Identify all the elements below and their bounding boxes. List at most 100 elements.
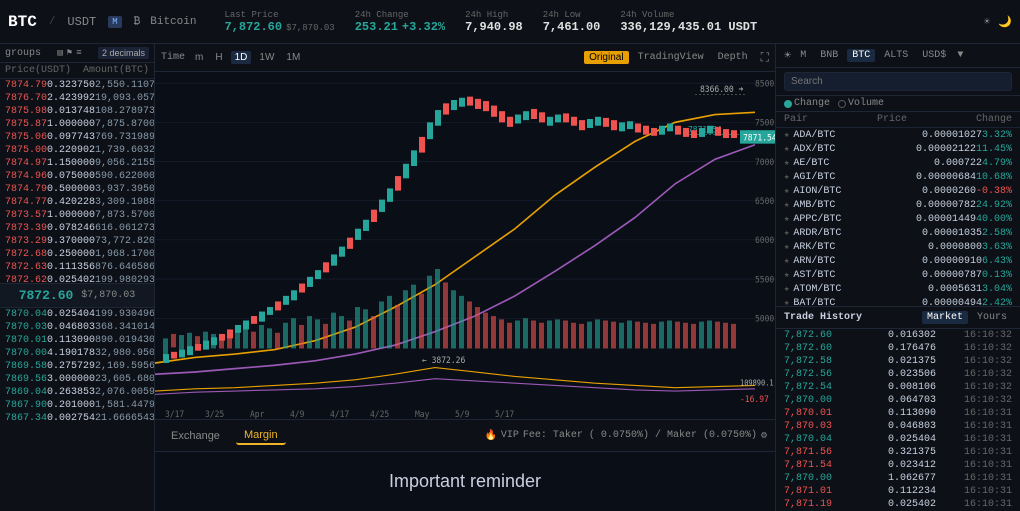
pair-row[interactable]: ★ADX/BTC0.0000212211.45% (776, 142, 1020, 156)
symbol: BTC (8, 13, 37, 31)
pair-row[interactable]: ★ARK/BTC0.00008003.63% (776, 240, 1020, 254)
low-group: 24h Low 7,461.00 (543, 10, 601, 34)
pair-header: Pair Price Change (776, 112, 1020, 128)
buy-order-row[interactable]: 7870.010.113090890.01943090 (0, 334, 154, 347)
change-label: 24h Change (355, 10, 409, 20)
sell-order-row[interactable]: 7873.299.37000073,772.82000000 (0, 235, 154, 248)
dropdown-icon[interactable]: ▼ (957, 50, 963, 61)
buy-order-row[interactable]: 7870.040.025404199.93049616 (0, 308, 154, 321)
expand-icon[interactable]: ⛶ (761, 51, 769, 65)
sell-order-row[interactable]: 7872.620.025402199.98029324 (0, 274, 154, 283)
tf-m-btn[interactable]: m (191, 51, 207, 64)
tf-1m-btn[interactable]: 1M (282, 51, 304, 64)
fire-icon: 🔥 (484, 430, 496, 442)
mid-price-usd: $7,870.03 (81, 290, 135, 301)
trade-row: 7,871.560.32137516:10:31 (776, 446, 1020, 459)
decimals-button[interactable]: 2 decimals (98, 47, 149, 59)
svg-text:6000.00: 6000.00 (755, 236, 775, 247)
svg-text:-16.97: -16.97 (740, 395, 769, 406)
tf-1d-btn[interactable]: 1D (231, 51, 252, 64)
sell-order-row[interactable]: 7873.571.0000007,873.57000000 (0, 209, 154, 222)
volume-label: Volume (848, 98, 884, 109)
buy-order-row[interactable]: 7867.340.00275421.66665436 (0, 412, 154, 425)
sell-order-row[interactable]: 7874.790.5000003,937.39500000 (0, 183, 154, 196)
svg-text:← 3872.26: ← 3872.26 (422, 356, 465, 367)
sell-order-row[interactable]: 7874.960.075000590.62200000 (0, 170, 154, 183)
sell-order-row[interactable]: 7875.000.2209021,739.60325000 (0, 144, 154, 157)
original-button[interactable]: Original (584, 51, 628, 64)
trade-row: 7,872.600.01630216:10:32 (776, 329, 1020, 342)
moon-icon[interactable]: 🌙 (998, 15, 1012, 29)
header-icons: ☀ 🌙 (984, 15, 1012, 29)
volume-radio[interactable]: Volume (838, 98, 884, 109)
svg-text:7500.00: 7500.00 (755, 118, 775, 129)
sell-order-row[interactable]: 7874.971.1500009,056.21550000 (0, 157, 154, 170)
buy-order-row[interactable]: 7869.040.2638532,076.00595812 (0, 386, 154, 399)
pair-row[interactable]: ★AION/BTC0.0000260-0.38% (776, 184, 1020, 198)
yours-tab[interactable]: Yours (972, 311, 1012, 324)
sell-order-row[interactable]: 7872.630.111356876.64658628 (0, 261, 154, 274)
trade-row: 7,872.560.02350616:10:32 (776, 368, 1020, 381)
search-input[interactable] (784, 72, 1012, 91)
pair-rows: ★ADA/BTC0.000010273.32%★ADX/BTC0.0000212… (776, 128, 1020, 306)
sell-order-row[interactable]: 7876.702.42399219,093.05778640 (0, 92, 154, 105)
pair-row[interactable]: ★ARN/BTC0.000009106.43% (776, 254, 1020, 268)
buy-order-row[interactable]: 7867.900.2010001,581.44790000 (0, 399, 154, 412)
exchange-button[interactable]: Exchange (163, 428, 228, 444)
change-volume-row: Change Volume (776, 96, 1020, 112)
pair-row[interactable]: ★BAT/BTC0.000004942.42% (776, 296, 1020, 306)
pair-row[interactable]: ★AMB/BTC0.0000078224.92% (776, 198, 1020, 212)
sell-order-row[interactable]: 7872.680.2500001,968.17000000 (0, 248, 154, 261)
currency-tab-btc[interactable]: BTC (847, 49, 875, 62)
last-price-usd: $7,870.03 (286, 23, 335, 33)
buy-order-row[interactable]: 7870.004.19017832,980.95066000 (0, 347, 154, 360)
margin-button[interactable]: Margin (236, 427, 286, 445)
svg-text:109890.1: 109890.1 (740, 378, 774, 387)
trade-rows: 7,872.600.01630216:10:327,872.600.176476… (776, 329, 1020, 511)
change-radio[interactable]: Change (784, 98, 830, 109)
pair-row[interactable]: ★ARDR/BTC0.000010352.58% (776, 226, 1020, 240)
sell-order-row[interactable]: 7875.060.097743769.73198958 (0, 131, 154, 144)
tf-1w-btn[interactable]: 1W (255, 51, 278, 64)
trade-row: 7,872.540.00810616:10:32 (776, 381, 1020, 394)
change-group: 24h Change 253.21 +3.32% (355, 10, 445, 34)
sell-order-row[interactable]: 7874.770.4202283,309.19884756 (0, 196, 154, 209)
right-top-bar: ☀ M BNB BTC ALTS USD$ ▼ (776, 44, 1020, 68)
sun-icon[interactable]: ☀ (984, 15, 991, 29)
trade-row: 7,870.030.04680316:10:31 (776, 420, 1020, 433)
buy-order-row[interactable]: 7869.563.00000023,605.68000000 (0, 373, 154, 386)
depth-button[interactable]: Depth (713, 51, 753, 64)
price-chart-svg: 8500.00 7500.00 7000.00 6500.00 6000.00 … (155, 72, 775, 419)
pair-row[interactable]: ★ADA/BTC0.000010273.32% (776, 128, 1020, 142)
sell-order-row[interactable]: 7875.871.0000007,875.87000000 (0, 118, 154, 131)
pair-row[interactable]: ★AGI/BTC0.0000068410.68% (776, 170, 1020, 184)
sell-order-row[interactable]: 7874.790.3237502,550.11076250 (0, 79, 154, 92)
flag-icon: ⚑ (67, 48, 72, 58)
chart-toolbar: Time m H 1D 1W 1M Original TradingView D… (155, 44, 775, 72)
settings-icon[interactable]: ⚙ (761, 430, 767, 442)
currency-tab-usd[interactable]: USD$ (917, 49, 951, 62)
high-val: 7,940.98 (465, 20, 523, 34)
buy-order-row[interactable]: 7869.580.2757292,169.59569482 (0, 360, 154, 373)
currency-tab-m[interactable]: M (795, 49, 811, 62)
theme-icon[interactable]: ☀ (784, 48, 791, 63)
tradingview-button[interactable]: TradingView (633, 51, 709, 64)
pair-row[interactable]: ★APPC/BTC0.0000144940.00% (776, 212, 1020, 226)
volume-radio-dot (838, 100, 846, 108)
market-tab[interactable]: Market (922, 311, 968, 324)
svg-text:8366.00 ➜: 8366.00 ➜ (700, 85, 743, 96)
svg-text:5/17: 5/17 (495, 409, 514, 419)
currency-tab-bnb[interactable]: BNB (815, 49, 843, 62)
buy-order-row[interactable]: 7870.030.046803368.34101409 (0, 321, 154, 334)
sell-order-row[interactable]: 7873.390.078246616.06127394 (0, 222, 154, 235)
pair-row[interactable]: ★AST/BTC0.000007870.13% (776, 268, 1020, 282)
pair-row[interactable]: ★ATOM/BTC0.00056313.04% (776, 282, 1020, 296)
trade-row: 7,871.190.02540216:10:31 (776, 498, 1020, 511)
pair-row[interactable]: ★AE/BTC0.0007224.79% (776, 156, 1020, 170)
tf-h-btn[interactable]: H (211, 51, 226, 64)
vip-section: 🔥 VIP Fee: Taker ( 0.0750%) / Maker (0.0… (484, 430, 767, 442)
svg-text:7871.54: 7871.54 (743, 133, 775, 144)
currency-tab-alts[interactable]: ALTS (879, 49, 913, 62)
sell-order-row[interactable]: 7875.980.013748108.27897304 (0, 105, 154, 118)
price-col-header: Price (877, 114, 907, 125)
